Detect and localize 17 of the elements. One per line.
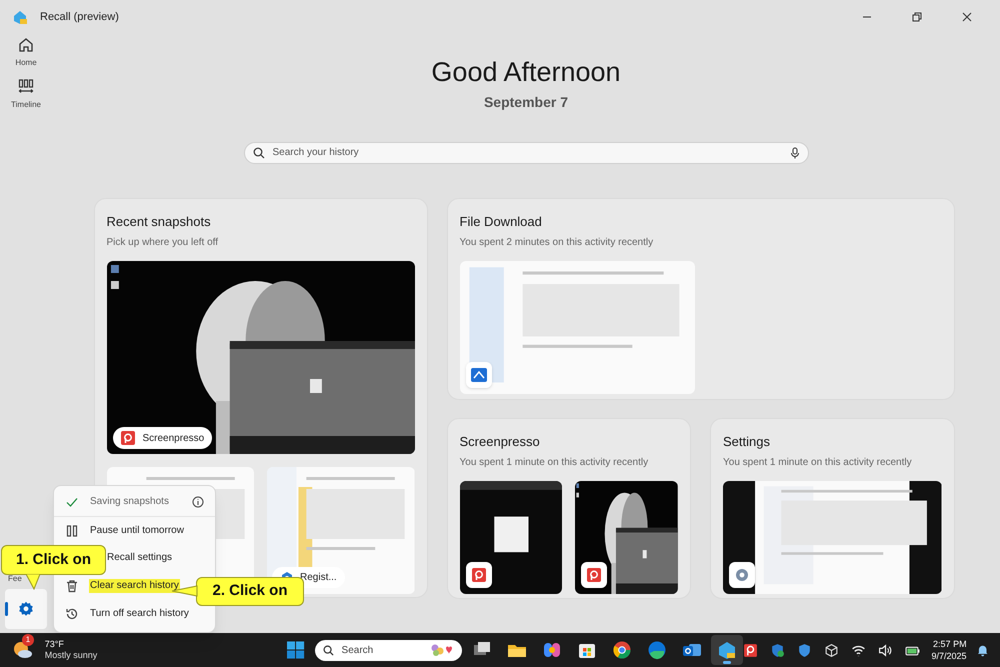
window-title: Recall (preview) [40, 10, 119, 25]
card-title: Recent snapshots [106, 212, 212, 231]
notification-badge: 1 [22, 634, 34, 646]
weather-condition: Mostly sunny [44, 650, 98, 661]
app-chip: Screenpresso [112, 427, 212, 450]
card-subtitle: You spent 1 minute on this activity recently [723, 456, 913, 470]
callout-tooltip: 2. Click on [196, 577, 304, 606]
card-subtitle: Pick up where you left off [106, 236, 220, 250]
card-title: Screenpresso [460, 432, 541, 451]
card-subtitle: You spent 1 minute on this activity recently [460, 456, 650, 470]
date-label: September 7 [484, 92, 568, 112]
temperature-label: 73°F [44, 639, 65, 650]
card-title: File Download [460, 212, 543, 231]
card-subtitle: You spent 2 minutes on this activity recently [460, 236, 654, 250]
card-title: Settings [723, 432, 771, 451]
menu-item: Saving snapshots [54, 488, 215, 516]
greeting-heading: Good Afternoon [431, 56, 621, 89]
